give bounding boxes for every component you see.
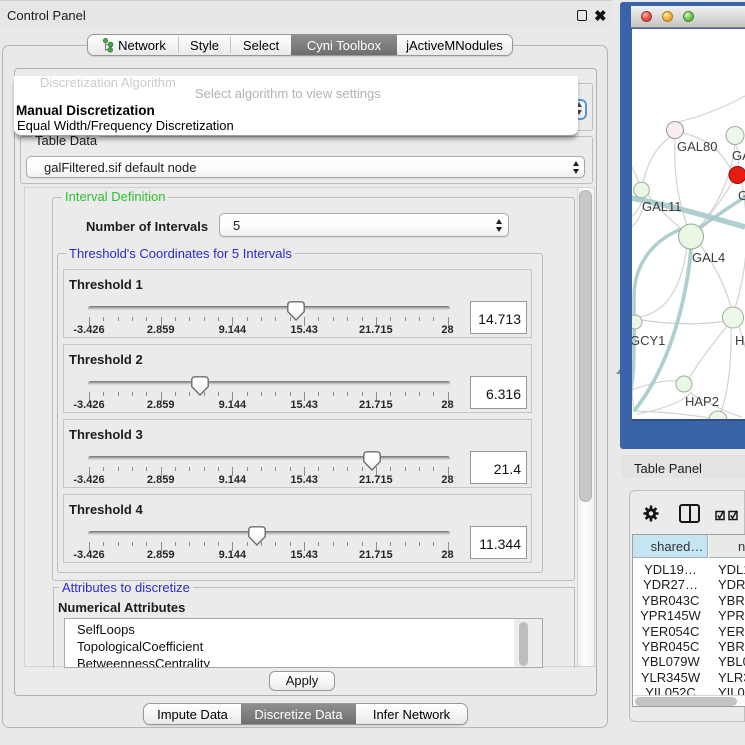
svg-text:G: G	[738, 188, 745, 203]
svg-text:GCY1: GCY1	[632, 333, 665, 348]
svg-text:GA: GA	[732, 148, 745, 163]
svg-text:H: H	[735, 333, 744, 348]
svg-text:HAP2: HAP2	[685, 394, 719, 409]
svg-text:GAL11: GAL11	[642, 199, 682, 214]
svg-text:GAL80: GAL80	[677, 139, 717, 154]
svg-text:GAL4: GAL4	[692, 250, 725, 265]
